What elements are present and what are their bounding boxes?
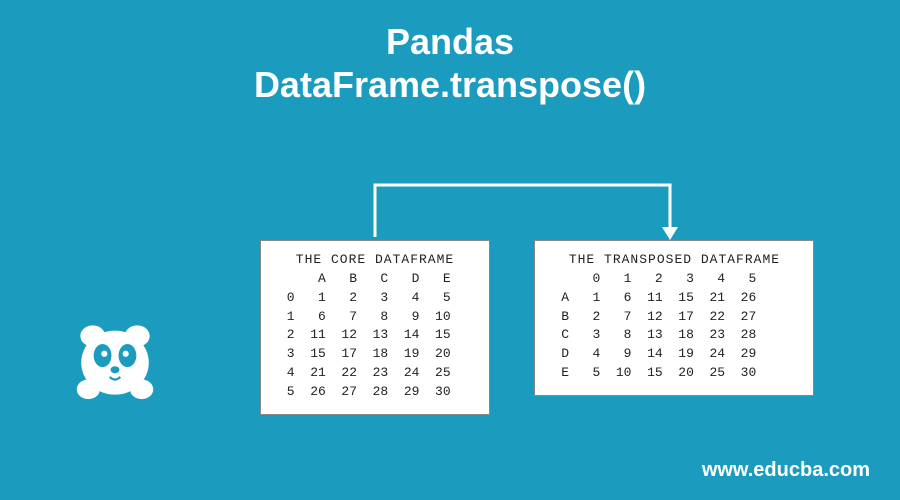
table-row: A B C D E: [279, 270, 471, 289]
table-row: 4 21 22 23 24 25: [279, 364, 471, 383]
title-line2: DataFrame.transpose(): [0, 63, 900, 106]
footer-url: www.educba.com: [702, 459, 870, 482]
transposed-table-body: 0 1 2 3 4 5 A 1 6 11 15 21 26 B 2 7 12 1…: [553, 270, 795, 383]
table-row: D 4 9 14 19 24 29: [553, 345, 795, 364]
table-row: 1 6 7 8 9 10: [279, 308, 471, 327]
table-row: 5 26 27 28 29 30: [279, 383, 471, 402]
transposed-dataframe-table: THE TRANSPOSED DATAFRAME 0 1 2 3 4 5 A 1…: [534, 240, 814, 396]
table-row: 3 15 17 18 19 20: [279, 345, 471, 364]
table-row: C 3 8 13 18 23 28: [553, 326, 795, 345]
transposed-table-title: THE TRANSPOSED DATAFRAME: [553, 251, 795, 270]
panda-icon: [70, 320, 160, 400]
tables-area: THE CORE DATAFRAME A B C D E 0 1 2 3 4 5…: [260, 240, 820, 415]
arrow-icon: [260, 175, 820, 250]
table-row: 0 1 2 3 4 5: [279, 289, 471, 308]
table-row: A 1 6 11 15 21 26: [553, 289, 795, 308]
table-row: B 2 7 12 17 22 27: [553, 308, 795, 327]
table-row: 0 1 2 3 4 5: [553, 270, 795, 289]
table-row: 2 11 12 13 14 15: [279, 326, 471, 345]
core-table-body: A B C D E 0 1 2 3 4 5 1 6 7 8 9 10 2 11 …: [279, 270, 471, 402]
core-table-title: THE CORE DATAFRAME: [279, 251, 471, 270]
core-dataframe-table: THE CORE DATAFRAME A B C D E 0 1 2 3 4 5…: [260, 240, 490, 415]
page-title: Pandas DataFrame.transpose(): [0, 0, 900, 106]
table-row: E 5 10 15 20 25 30: [553, 364, 795, 383]
title-line1: Pandas: [0, 20, 900, 63]
